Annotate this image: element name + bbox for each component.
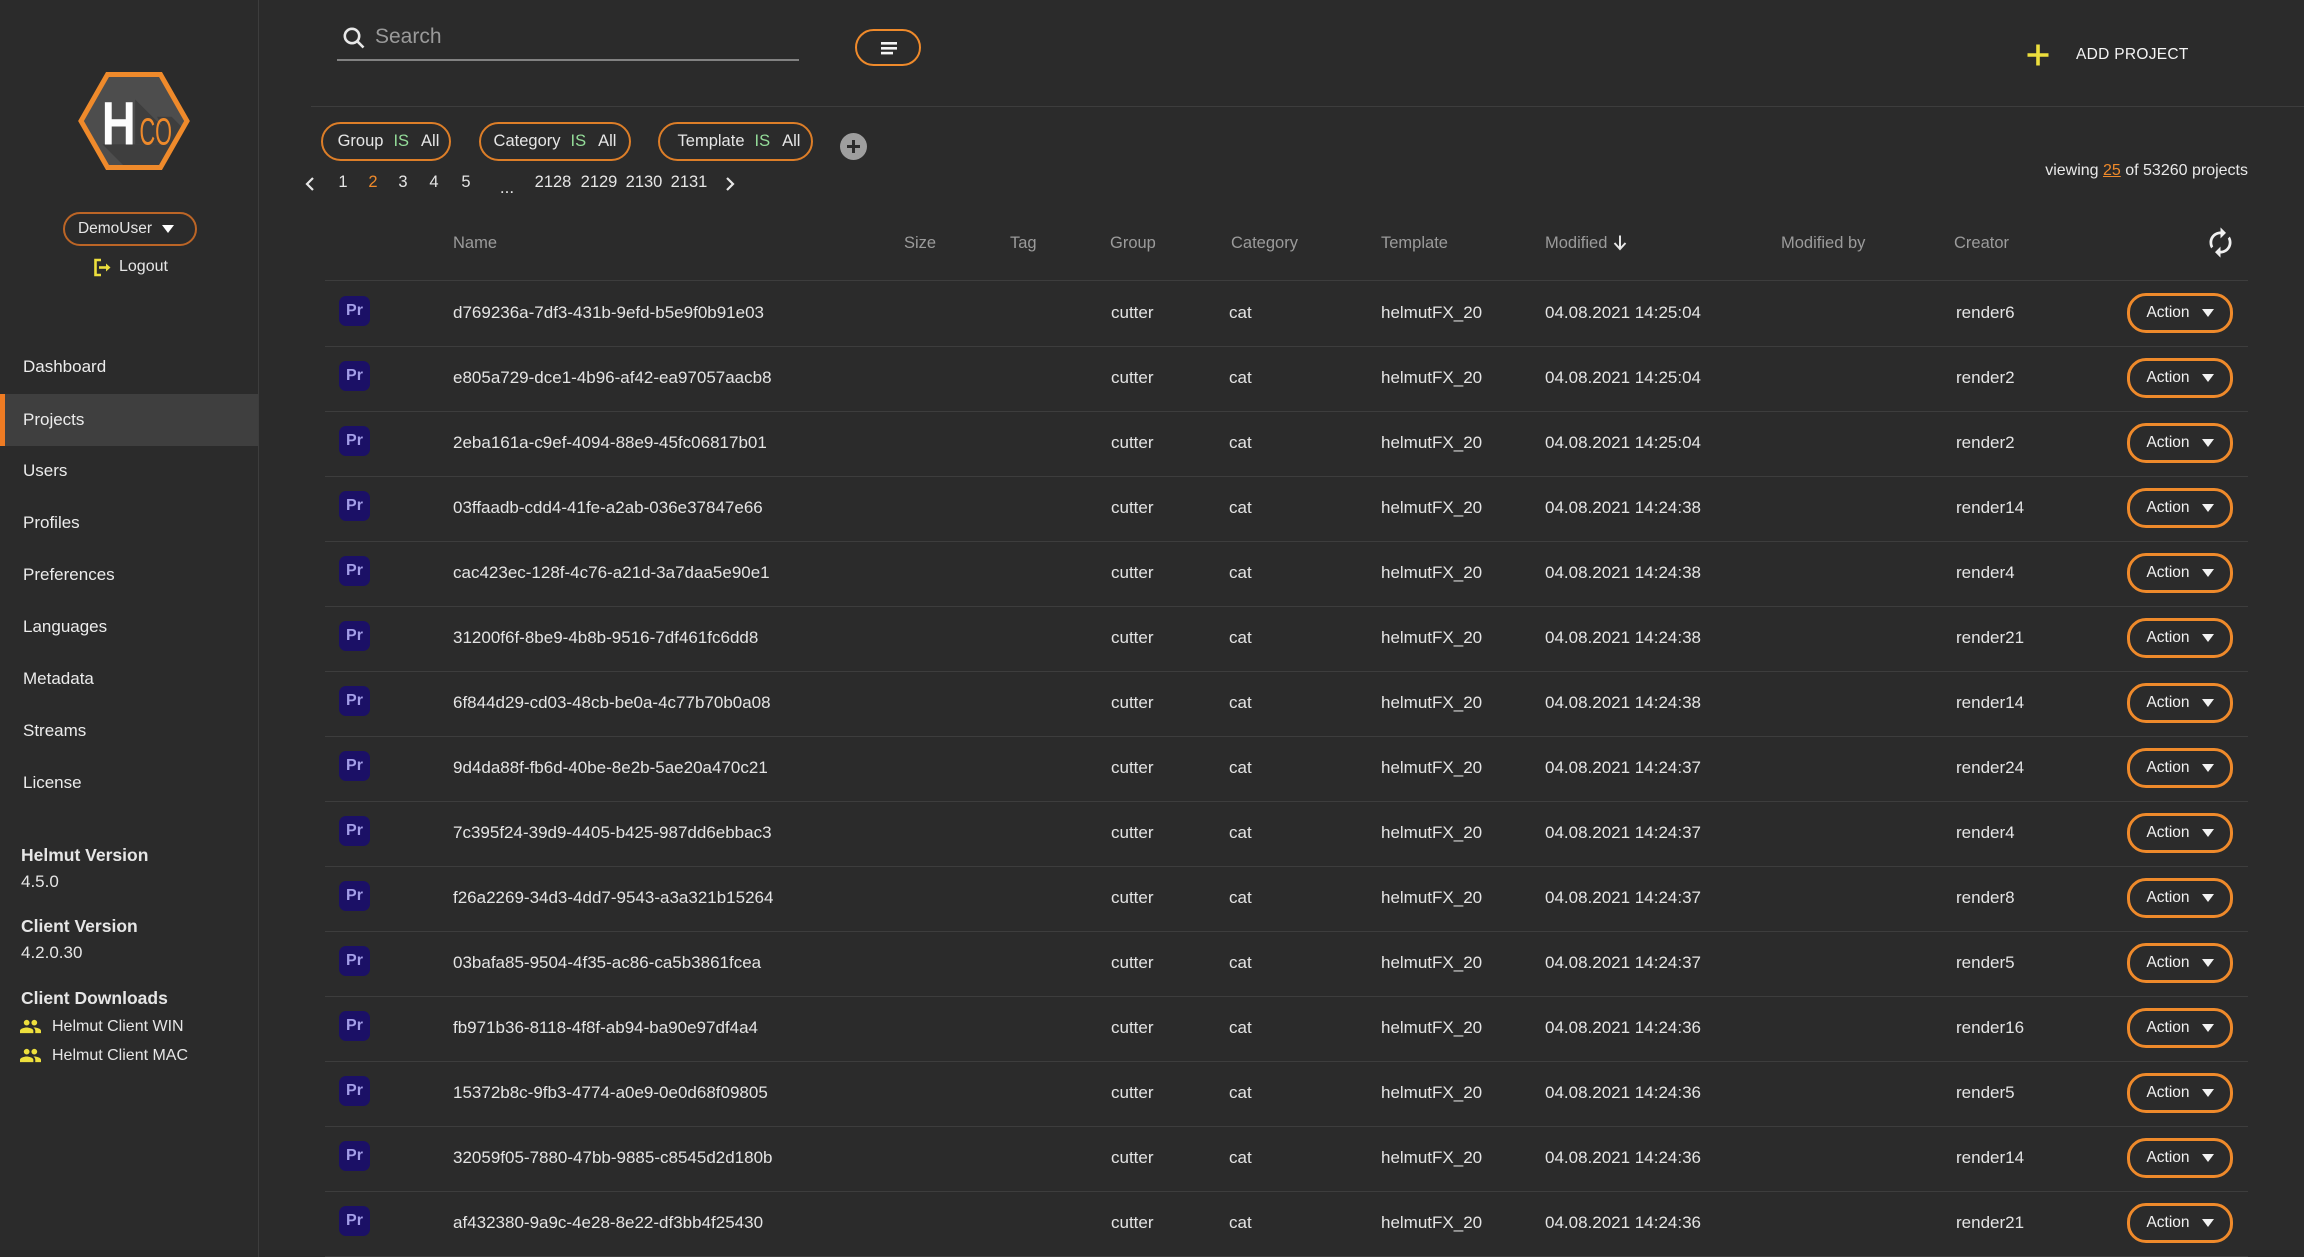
svg-text:CO: CO [140,111,173,153]
svg-text:H: H [102,89,136,157]
